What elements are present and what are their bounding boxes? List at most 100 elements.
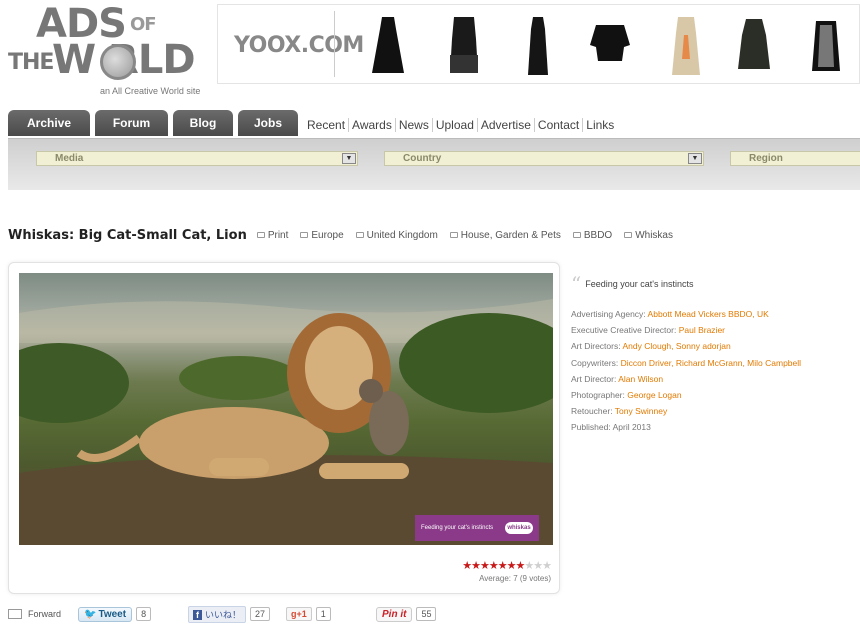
- star-icon[interactable]: ★: [498, 560, 508, 572]
- credit-value-link[interactable]: Diccon Driver, Richard McGrann, Milo Cam…: [621, 358, 801, 368]
- star-icon[interactable]: ★: [489, 560, 499, 572]
- tag-icon: [624, 232, 633, 238]
- tweet-button[interactable]: 🐦 Tweet: [78, 606, 133, 622]
- pin-it-button[interactable]: Pin it: [376, 606, 413, 622]
- region-select[interactable]: Region: [730, 151, 860, 166]
- twitter-bird-icon: 🐦: [84, 608, 97, 620]
- badge-text: Feeding your cat's instincts: [421, 525, 494, 531]
- credit-value-link[interactable]: Paul Brazier: [679, 325, 725, 335]
- facebook-widget: f いいね！ 27: [188, 605, 271, 623]
- gplus-button[interactable]: g+1: [286, 607, 312, 621]
- credit-value-link[interactable]: Tony Swinney: [615, 406, 667, 416]
- credit-label: Art Director:: [571, 373, 619, 384]
- tag-label: House, Garden & Pets: [460, 229, 561, 241]
- forward-button[interactable]: Forward: [8, 605, 61, 623]
- tab-forum[interactable]: Forum: [95, 110, 168, 136]
- star-icon[interactable]: ★: [542, 560, 552, 572]
- credit-value-link[interactable]: Alan Wilson: [618, 374, 663, 384]
- credit-value-link[interactable]: Abbott Mead Vickers BBDO, UK: [648, 309, 769, 319]
- tag-house-garden-pets[interactable]: House, Garden & Pets: [449, 229, 561, 241]
- dress-image: [590, 25, 630, 61]
- nav-link-links[interactable]: Links: [583, 118, 617, 132]
- star-icon[interactable]: ★: [462, 560, 472, 572]
- pinterest-widget: Pin it 55: [376, 605, 437, 623]
- tag-icon: [355, 232, 364, 238]
- tag-bbdo[interactable]: BBDO: [572, 229, 613, 241]
- star-icon[interactable]: ★: [507, 560, 517, 572]
- media-select-label: Media: [55, 153, 84, 164]
- media-select[interactable]: Media ▼: [36, 151, 358, 166]
- country-select[interactable]: Country ▼: [384, 151, 704, 166]
- filter-bar: Media ▼ Country ▼ Region: [8, 138, 860, 190]
- credit-value-link[interactable]: Andy Clough, Sonny adorjan: [622, 341, 730, 351]
- nav-links: Recent Awards News Upload Advertise Cont…: [304, 118, 617, 132]
- dress-image: [528, 17, 548, 75]
- chevron-down-icon[interactable]: ▼: [688, 153, 702, 164]
- credit-value-link[interactable]: George Logan: [627, 390, 681, 400]
- gplus-count: 1: [315, 607, 331, 621]
- banner-brand: YOOX.COM: [234, 33, 364, 58]
- credit-row: Executive Creative Director: Paul Brazie…: [571, 322, 860, 338]
- quote-icon: “: [571, 272, 582, 296]
- credit-label: Published:: [571, 422, 613, 433]
- site-logo[interactable]: ADS OF THE W RLD an All Creative World s…: [8, 4, 208, 102]
- logo-subtitle: an All Creative World site: [100, 86, 201, 96]
- gplus-widget: g+1 1: [286, 605, 331, 623]
- tab-jobs[interactable]: Jobs: [238, 110, 298, 136]
- nav-link-contact[interactable]: Contact: [535, 118, 584, 132]
- credit-label: Photographer:: [571, 390, 628, 401]
- tag-print[interactable]: Print: [256, 229, 289, 241]
- ad-image-card: Feeding your cat's instincts whiskas ★★★…: [8, 262, 560, 594]
- credit-value: April 2013: [612, 422, 651, 433]
- ad-banner[interactable]: YOOX.COM: [217, 4, 860, 84]
- nav-link-recent[interactable]: Recent: [304, 118, 350, 132]
- tag-icon: [572, 232, 581, 238]
- dress-image: [812, 21, 840, 71]
- country-select-label: Country: [403, 153, 442, 164]
- facebook-like-label: いいね！: [205, 609, 242, 620]
- tag-icon: [449, 232, 458, 238]
- ad-image[interactable]: Feeding your cat's instincts whiskas: [19, 273, 553, 545]
- facebook-icon: f: [193, 609, 202, 620]
- star-icon[interactable]: ★: [524, 560, 534, 572]
- nav-link-news[interactable]: News: [396, 118, 433, 132]
- ad-title-row: Whiskas: Big Cat-Small Cat, Lion Print E…: [8, 226, 685, 244]
- dress-image: [372, 17, 404, 73]
- tag-label: Europe: [311, 229, 344, 241]
- dress-image: [450, 17, 478, 73]
- gplus-label: +1: [296, 609, 307, 619]
- tag-icon: [300, 232, 309, 238]
- chevron-down-icon[interactable]: ▼: [342, 153, 356, 164]
- star-icon[interactable]: ★: [480, 560, 490, 572]
- nav-link-advertise[interactable]: Advertise: [478, 118, 535, 132]
- whiskas-logo: whiskas: [505, 522, 533, 534]
- nav-link-awards[interactable]: Awards: [349, 118, 396, 132]
- tag-europe[interactable]: Europe: [300, 229, 344, 241]
- pin-count: 55: [416, 607, 437, 621]
- tab-archive[interactable]: Archive: [8, 110, 90, 136]
- dress-image: [738, 19, 770, 69]
- credits-list: Advertising Agency: Abbott Mead Vickers …: [571, 306, 860, 436]
- tag-label: Print: [267, 229, 289, 241]
- facebook-like-button[interactable]: f いいね！: [188, 605, 247, 623]
- credit-label: Retoucher:: [571, 406, 615, 417]
- star-icon[interactable]: ★: [533, 560, 543, 572]
- credit-label: Executive Creative Director:: [571, 325, 679, 336]
- globe-icon: [100, 44, 136, 80]
- tag-united-kingdom[interactable]: United Kingdom: [355, 230, 438, 241]
- credit-row: Art Director: Alan Wilson: [571, 371, 860, 387]
- star-icon[interactable]: ★: [471, 560, 481, 572]
- share-bar: Forward 🐦 Tweet 8 f いいね！ 27 g+1 1 Pin it 5…: [8, 605, 860, 625]
- rating-stars[interactable]: ★★★★★★★★★★: [462, 559, 552, 572]
- credit-row: Retoucher: Tony Swinney: [571, 403, 860, 419]
- tag-label: Whiskas: [635, 229, 673, 241]
- tag-whiskas[interactable]: Whiskas: [624, 230, 673, 241]
- rating-average: Average: 7 (9 votes): [479, 574, 551, 583]
- tweet-label: Tweet: [98, 608, 127, 620]
- tag-label: BBDO: [583, 229, 613, 241]
- credit-row: Advertising Agency: Abbott Mead Vickers …: [571, 306, 860, 322]
- tab-blog[interactable]: Blog: [173, 110, 233, 136]
- tweet-count: 8: [136, 607, 152, 621]
- nav-link-upload[interactable]: Upload: [433, 118, 478, 132]
- credit-row: Copywriters: Diccon Driver, Richard McGr…: [571, 355, 860, 371]
